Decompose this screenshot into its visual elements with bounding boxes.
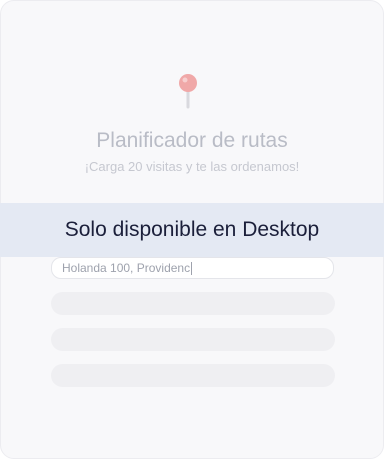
page-title: Planificador de rutas (96, 129, 288, 152)
text-caret (191, 261, 193, 275)
address-placeholder-row (51, 292, 335, 315)
page-subtitle: ¡Carga 20 visitas y te las ordenamos! (84, 159, 300, 174)
address-input-value: Holanda 100, Providenc (62, 261, 191, 275)
desktop-only-banner: Solo disponible en Desktop (0, 203, 384, 257)
map-pin-icon (179, 74, 197, 109)
address-placeholder-row (51, 328, 335, 351)
address-placeholder-row (51, 364, 335, 387)
desktop-only-message: Solo disponible en Desktop (64, 218, 320, 241)
address-input[interactable]: Holanda 100, Providenc (51, 257, 334, 279)
